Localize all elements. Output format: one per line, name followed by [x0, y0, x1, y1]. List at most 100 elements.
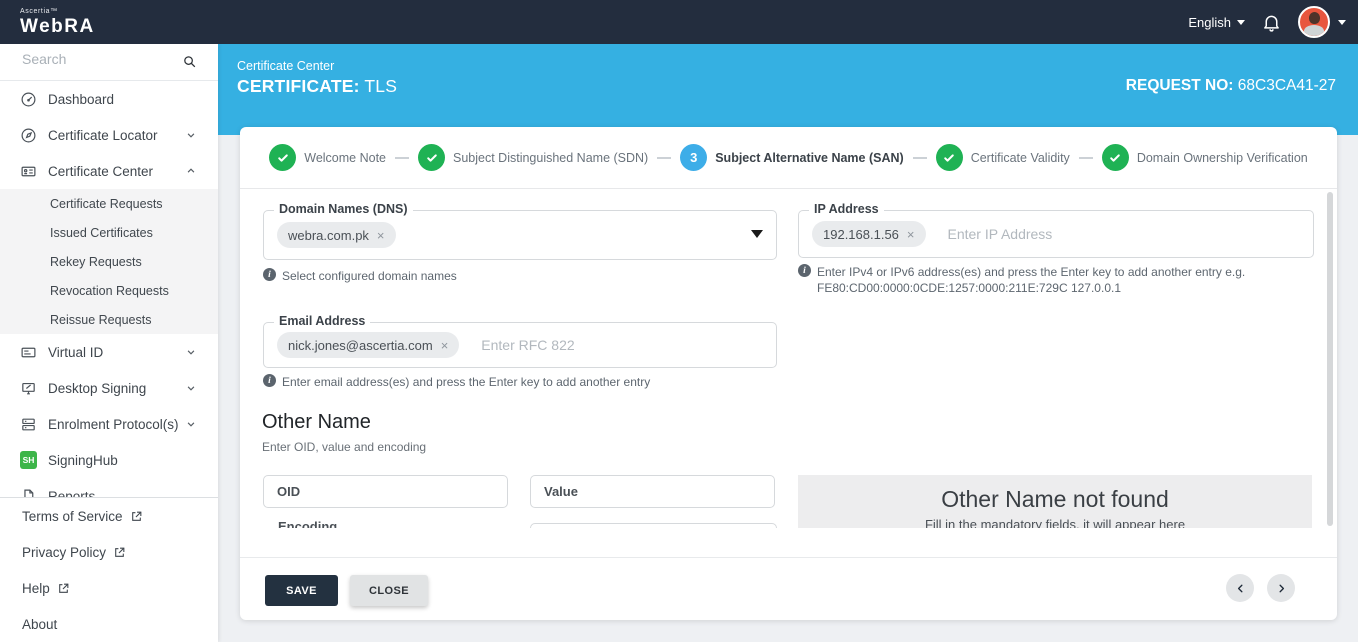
sidebar-item-certificate-center[interactable]: Certificate Center: [0, 153, 218, 189]
sidebar-footer: Terms of Service Privacy Policy Help Abo…: [0, 497, 218, 642]
other-name-empty-state: Other Name not found Fill in the mandato…: [798, 475, 1312, 528]
sidebar-item-virtual-id[interactable]: Virtual ID: [0, 334, 218, 370]
sidebar-item-signinghub[interactable]: SH SigningHub: [0, 442, 218, 478]
sidebar-item-certificate-requests[interactable]: Certificate Requests: [0, 189, 218, 218]
about-link[interactable]: About: [0, 606, 218, 642]
ip-chip-value: 192.168.1.56: [823, 227, 899, 242]
certificate-center-submenu: Certificate Requests Issued Certificates…: [0, 189, 218, 334]
gauge-icon: [20, 91, 37, 108]
encoding-label: Encoding: [278, 519, 337, 528]
ip-helper-line2: FE80:CD00:0000:0CDE:1257:0000:211E:729C …: [817, 281, 1121, 295]
dns-field[interactable]: Domain Names (DNS) webra.com.pk ×: [263, 210, 777, 260]
email-field[interactable]: Email Address nick.jones@ascertia.com × …: [263, 322, 777, 368]
chevron-down-icon: [1237, 20, 1245, 25]
step-label: Subject Alternative Name (SAN): [715, 151, 903, 165]
dropdown-arrow-icon[interactable]: [751, 230, 763, 238]
breadcrumb: Certificate Center: [237, 59, 334, 73]
sidebar-item-reissue-requests[interactable]: Reissue Requests: [0, 305, 218, 334]
close-button[interactable]: CLOSE: [350, 575, 428, 606]
oid-input[interactable]: [263, 475, 508, 508]
sidebar-item-certificate-locator[interactable]: Certificate Locator: [0, 117, 218, 153]
sidebar-item-label: Dashboard: [48, 92, 114, 107]
step-welcome-note[interactable]: Welcome Note: [269, 144, 386, 171]
step-done-check-icon: [269, 144, 296, 171]
avatar: [1298, 6, 1330, 38]
step-label: Certificate Validity: [971, 151, 1070, 165]
chevron-left-icon: [1234, 582, 1247, 595]
chevron-down-icon: [184, 128, 198, 142]
dns-field-label: Domain Names (DNS): [274, 202, 413, 216]
link-label: Privacy Policy: [22, 545, 106, 560]
email-helper-text: Enter email address(es) and press the En…: [282, 374, 650, 390]
chip-remove-icon[interactable]: ×: [441, 338, 449, 353]
sidebar-item-rekey-requests[interactable]: Rekey Requests: [0, 247, 218, 276]
page-header: Certificate Center CERTIFICATE: TLS REQU…: [218, 44, 1358, 135]
chevron-down-icon: [184, 381, 198, 395]
submenu-label: Issued Certificates: [50, 226, 153, 240]
info-icon: i: [263, 374, 276, 387]
signinghub-icon: SH: [20, 452, 37, 469]
external-link-icon: [113, 546, 126, 559]
brand-product: WebRA: [20, 16, 95, 37]
submenu-label: Rekey Requests: [50, 255, 142, 269]
value-input[interactable]: [530, 475, 775, 508]
user-menu[interactable]: [1298, 6, 1346, 38]
step-sdn[interactable]: Subject Distinguished Name (SDN): [418, 144, 648, 171]
dns-chip: webra.com.pk ×: [277, 222, 396, 248]
submenu-label: Reissue Requests: [50, 313, 151, 327]
privacy-policy-link[interactable]: Privacy Policy: [0, 534, 218, 570]
language-selector[interactable]: English: [1188, 15, 1245, 30]
next-step-button[interactable]: [1267, 574, 1295, 602]
link-label: Help: [22, 581, 50, 596]
scrollbar-thumb[interactable]: [1327, 192, 1333, 526]
sidebar-item-dashboard[interactable]: Dashboard: [0, 81, 218, 117]
sidebar-item-issued-certificates[interactable]: Issued Certificates: [0, 218, 218, 247]
dns-helper: i Select configured domain names: [263, 268, 743, 284]
ip-field[interactable]: IP Address 192.168.1.56 × Enter IP Addre…: [798, 210, 1314, 258]
sidebar-search[interactable]: [0, 44, 218, 81]
sidebar-item-desktop-signing[interactable]: Desktop Signing: [0, 370, 218, 406]
notifications-button[interactable]: [1261, 12, 1282, 33]
certificate-card-icon: [20, 163, 37, 180]
request-number-label: REQUEST NO:: [1126, 77, 1234, 94]
email-field-label: Email Address: [274, 314, 370, 328]
step-certificate-validity[interactable]: Certificate Validity: [936, 144, 1070, 171]
email-helper: i Enter email address(es) and press the …: [263, 374, 763, 390]
help-link[interactable]: Help: [0, 570, 218, 606]
sidebar-item-enrolment-protocols[interactable]: Enrolment Protocol(s): [0, 406, 218, 442]
ip-helper-line1: Enter IPv4 or IPv6 address(es) and press…: [817, 265, 1245, 279]
page-title-value: TLS: [364, 76, 397, 96]
chip-remove-icon[interactable]: ×: [907, 227, 915, 242]
chip-remove-icon[interactable]: ×: [377, 228, 385, 243]
step-label: Subject Distinguished Name (SDN): [453, 151, 648, 165]
step-connector: [395, 157, 409, 159]
topbar: Ascertia™ WebRA English: [0, 0, 1358, 44]
step-done-check-icon: [418, 144, 445, 171]
submenu-label: Certificate Requests: [50, 197, 163, 211]
chevron-down-icon: [1338, 20, 1346, 25]
sidebar-item-revocation-requests[interactable]: Revocation Requests: [0, 276, 218, 305]
ip-placeholder: Enter IP Address: [948, 226, 1053, 242]
step-domain-ownership[interactable]: Domain Ownership Verification: [1102, 144, 1308, 171]
save-button[interactable]: SAVE: [265, 575, 338, 606]
chevron-down-icon: [184, 417, 198, 431]
other-name-subtitle: Enter OID, value and encoding: [262, 440, 426, 454]
signinghub-badge: SH: [20, 451, 37, 469]
terms-of-service-link[interactable]: Terms of Service: [0, 498, 218, 534]
step-san-active[interactable]: 3 Subject Alternative Name (SAN): [680, 144, 903, 171]
encoding-select[interactable]: [530, 523, 777, 528]
sidebar-item-label: Desktop Signing: [48, 381, 146, 396]
step-connector: [913, 157, 927, 159]
previous-step-button[interactable]: [1226, 574, 1254, 602]
card-footer: SAVE CLOSE: [240, 557, 1337, 620]
search-input[interactable]: [20, 50, 174, 68]
stacked-sheets-icon: [20, 416, 37, 433]
search-icon[interactable]: [182, 54, 197, 74]
info-icon: i: [798, 264, 811, 277]
request-number: REQUEST NO: 68C3CA41-27: [1126, 77, 1336, 95]
external-link-icon: [57, 582, 70, 595]
brand-company: Ascertia™: [20, 8, 95, 15]
chevron-up-icon: [184, 164, 198, 178]
bell-icon: [1261, 12, 1282, 33]
sidebar-item-label: SigningHub: [48, 453, 118, 468]
